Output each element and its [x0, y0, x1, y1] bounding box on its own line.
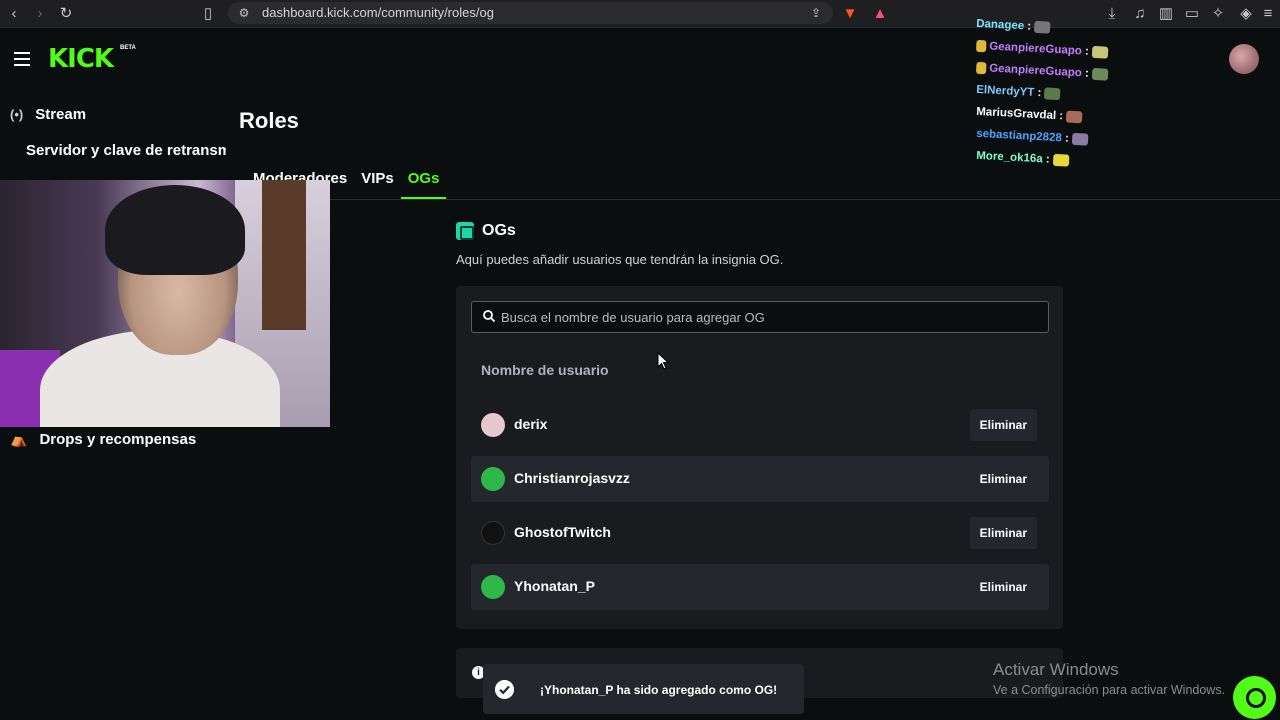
toast-message: ¡Yhonatan_P ha sido agregado como OG! [540, 683, 778, 697]
emote-icon [1091, 45, 1109, 59]
help-chat-button[interactable] [1233, 676, 1276, 719]
sidebar-item-server-key[interactable]: Servidor y clave de retransm [26, 142, 226, 159]
chat-user: sebastianp2828 [975, 127, 1063, 145]
tab-vips[interactable]: VIPs [354, 170, 401, 199]
username[interactable]: derix [514, 416, 547, 432]
chat-user: MariusGravdal [975, 105, 1057, 122]
section-header: OGs [456, 222, 516, 240]
windows-activation-subtitle: Ve a Configuración para activar Windows. [993, 683, 1226, 697]
vpn-icon[interactable]: ◈ [1236, 4, 1256, 24]
tab-divider [330, 199, 1280, 200]
sidebar-icon[interactable]: ▥ [1156, 4, 1176, 24]
sidebar-item-stream[interactable]: (•) Stream [10, 106, 86, 123]
user-avatar[interactable] [1229, 44, 1259, 74]
success-toast: ¡Yhonatan_P ha sido agregado como OG! [483, 664, 804, 714]
chat-user: More_ok16a [975, 149, 1043, 166]
sidebar-item-label: Drops y recompensas [39, 431, 197, 448]
rewards-icon[interactable]: ▲ [870, 4, 890, 24]
reload-icon[interactable]: ↻ [56, 4, 76, 24]
stream-chat-overlay: Danagee : GeanpiereGuapo : GeanpiereGuap… [975, 17, 1136, 174]
search-field[interactable] [471, 301, 1049, 333]
site-settings-icon[interactable]: ⚙ [234, 3, 254, 23]
emote-icon [1044, 87, 1061, 101]
brave-shield-icon[interactable]: ▼ [840, 4, 860, 24]
avatar [481, 413, 505, 437]
share-icon[interactable]: ⇪ [806, 3, 826, 23]
chat-user: GeanpiereGuapo [988, 62, 1083, 80]
badge-icon [975, 61, 987, 75]
og-badge-icon [456, 222, 474, 240]
emote-icon [1065, 110, 1083, 124]
remove-button[interactable]: Eliminar [970, 463, 1037, 495]
table-row: derix Eliminar [471, 402, 1049, 448]
address-bar[interactable]: ⚙ dashboard.kick.com/community/roles/og … [228, 2, 833, 24]
section-title: OGs [482, 222, 516, 239]
emote-icon [1033, 20, 1051, 34]
emote-icon [1071, 132, 1089, 146]
search-input[interactable] [501, 302, 1041, 332]
chat-user: GeanpiereGuapo [988, 40, 1083, 58]
beta-badge: BETA [120, 45, 136, 51]
column-header-username: Nombre de usuario [481, 362, 609, 378]
windows-activation-title: Activar Windows [993, 660, 1119, 679]
check-icon [495, 680, 514, 699]
bookmark-icon[interactable]: ▯ [198, 4, 218, 24]
menu-icon[interactable]: ≡ [1258, 4, 1278, 24]
back-icon[interactable]: ‹ [4, 4, 24, 24]
table-row: Christianrojasvzz Eliminar [471, 456, 1049, 502]
webcam-door [262, 180, 306, 330]
emote-icon [1052, 153, 1069, 167]
broadcast-icon: (•) [10, 107, 24, 122]
og-users-panel: Nombre de usuario derix Eliminar Christi… [456, 286, 1063, 629]
table-row: Yhonatan_P Eliminar [471, 564, 1049, 610]
search-icon [483, 310, 496, 323]
badge-icon [975, 39, 987, 53]
page-title: Roles [239, 108, 299, 133]
avatar [481, 521, 505, 545]
remove-button[interactable]: Eliminar [969, 517, 1037, 549]
username[interactable]: Yhonatan_P [514, 578, 595, 594]
sidebar-item-label: Stream [35, 106, 87, 123]
ai-icon[interactable]: ✧ [1208, 4, 1228, 24]
wallet-icon[interactable]: ▭ [1182, 4, 1202, 24]
forward-icon[interactable]: › [30, 4, 50, 24]
gift-icon: ⛺ [10, 431, 28, 447]
section-description: Aquí puedes añadir usuarios que tendrán … [456, 252, 784, 267]
remove-button[interactable]: Eliminar [969, 409, 1037, 441]
remove-button[interactable]: Eliminar [970, 571, 1037, 603]
avatar [481, 575, 505, 599]
avatar [481, 467, 505, 491]
username[interactable]: GhostofTwitch [514, 524, 611, 540]
webcam-person-hair [105, 185, 245, 275]
chat-user: Danagee [975, 17, 1025, 33]
hamburger-menu-icon[interactable] [14, 52, 30, 66]
sidebar-item-drops[interactable]: ⛺ Drops y recompensas [10, 431, 196, 448]
webcam-overlay [0, 180, 330, 427]
tab-ogs[interactable]: OGs [400, 170, 447, 199]
kick-logo[interactable]: KICK [48, 44, 114, 74]
username[interactable]: Christianrojasvzz [514, 470, 630, 486]
table-row: GhostofTwitch Eliminar [471, 510, 1049, 556]
emote-icon [1091, 67, 1109, 81]
url-text: dashboard.kick.com/community/roles/og [262, 5, 494, 20]
mouse-cursor-icon [657, 352, 669, 370]
chat-user: ElNerdyYT [975, 83, 1035, 99]
